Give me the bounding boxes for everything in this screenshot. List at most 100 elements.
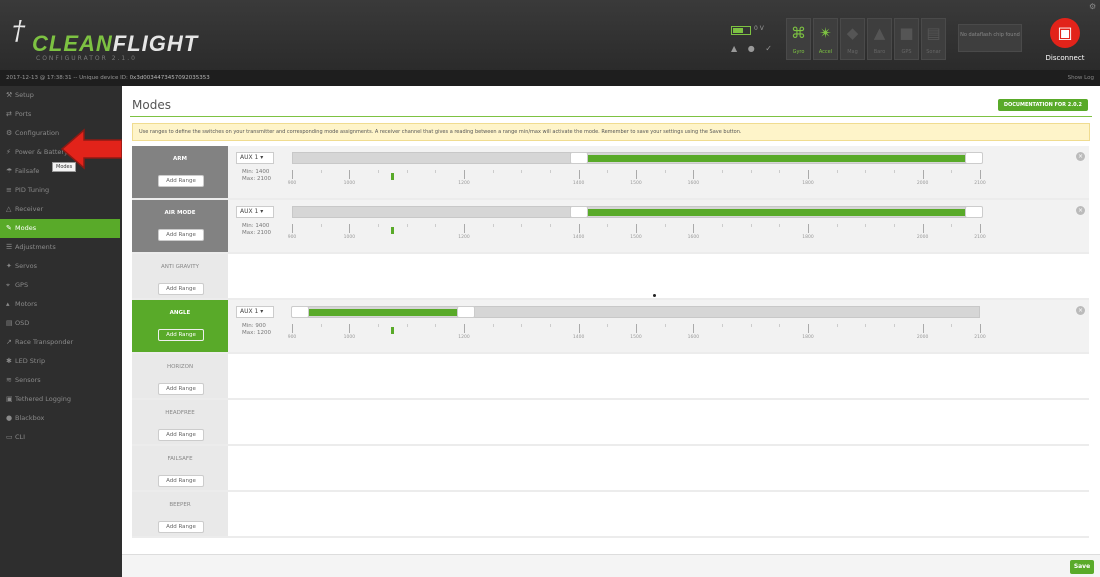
device-id: 0x3d0034473457092035353 (129, 75, 210, 81)
sensors-icon: ≋ (6, 376, 12, 384)
sensor-mag: ◆ Mag (840, 18, 865, 60)
channel-select[interactable]: AUX 1 ▾ (236, 206, 274, 218)
sidebar-item-label: Modes (15, 224, 37, 232)
scale-tick (808, 324, 809, 333)
sidebar-item-motors[interactable]: ▴ Motors (0, 295, 120, 314)
sidebar-item-label: CLI (15, 433, 26, 441)
scale-label: 1000 (343, 181, 356, 186)
range-values: Min: 900 Max: 1200 (242, 323, 271, 337)
range-slider[interactable] (292, 206, 983, 218)
blackbox-icon: ● (6, 414, 13, 422)
sidebar-item-label: PID Tuning (15, 186, 50, 194)
logo-text: CLEANFLIGHT (32, 31, 199, 56)
sidebar-item-sensors[interactable]: ≋ Sensors (0, 371, 120, 390)
range-min: Min: 900 (242, 323, 266, 329)
scale-minor-tick (836, 170, 838, 173)
remove-range-icon[interactable]: × (1076, 306, 1085, 315)
mode-horizon: HORIZON Add Range (132, 354, 1089, 400)
sidebar-item-adjustments[interactable]: ☰ Adjustments (0, 238, 120, 257)
scale-label: 1500 (630, 235, 642, 240)
scale-label: 1200 (458, 181, 470, 186)
scale-minor-tick (865, 324, 867, 327)
disconnect-label: Disconnect (1045, 54, 1085, 62)
channel-select[interactable]: AUX 1 ▾ (236, 152, 274, 164)
scale-label: 2000 (916, 335, 929, 340)
mag-icon: ◆ (846, 24, 859, 42)
add-range-button[interactable]: Add Range (158, 383, 204, 395)
scale-minor-tick (664, 170, 666, 173)
range-max-handle[interactable] (965, 152, 983, 164)
scale-tick (693, 324, 695, 333)
sonar-icon: ▤ (926, 24, 941, 42)
disconnect-button[interactable]: ▣ Disconnect (1040, 14, 1090, 66)
sidebar-item-osd[interactable]: ▤ OSD (0, 314, 120, 333)
scale-tick (464, 170, 465, 179)
sidebar-item-pid-tuning[interactable]: ≡ PID Tuning (0, 181, 120, 200)
channel-select[interactable]: AUX 1 ▾ (236, 306, 274, 318)
sensor-label: Sonar (926, 49, 941, 55)
sensor-gyro: ⌘ Gyro (786, 18, 811, 60)
add-range-button[interactable]: Add Range (158, 329, 204, 341)
settings-gear-icon[interactable]: ⚙ (1089, 2, 1096, 11)
scale-minor-tick (406, 224, 408, 227)
add-range-button[interactable]: Add Range (158, 475, 204, 487)
sidebar-item-race-transponder[interactable]: ↗ Race Transponder (0, 333, 120, 352)
range-slider[interactable] (291, 306, 980, 318)
battery-icon (731, 26, 751, 35)
scale-label: 1400 (572, 181, 585, 186)
documentation-button[interactable]: DOCUMENTATION FOR 2.0.2 (997, 99, 1088, 111)
add-range-button[interactable]: Add Range (158, 521, 204, 533)
range-min-handle[interactable] (569, 206, 588, 218)
servos-icon: ✦ (6, 262, 12, 270)
scale-minor-tick (894, 170, 895, 173)
battery-status: 0 V ▲ ● ✓ (727, 22, 779, 58)
mouse-cursor (653, 294, 656, 297)
remove-range-icon[interactable]: × (1076, 152, 1085, 161)
power-battery-icon: ⚡ (6, 148, 11, 156)
range-max-handle[interactable] (457, 306, 475, 318)
scale-minor-tick (779, 324, 781, 327)
range-min: Min: 1400 (242, 169, 270, 175)
scale-tick (922, 324, 924, 333)
range-max-handle[interactable] (965, 206, 983, 218)
sidebar-item-setup[interactable]: ⚒ Setup (0, 86, 120, 105)
range-selection (297, 309, 461, 316)
add-range-button[interactable]: Add Range (158, 429, 204, 441)
top-bar: † CLEANFLIGHT CONFIGURATOR 2.1.0 0 V ▲ ●… (0, 0, 1100, 70)
sidebar-item-modes[interactable]: ✎ Modes (0, 219, 120, 238)
scale-label: 1200 (458, 335, 470, 340)
scale-label: 2100 (974, 181, 986, 186)
scale-label: 1200 (458, 235, 470, 240)
sidebar-item-blackbox[interactable]: ● Blackbox (0, 409, 120, 428)
save-button[interactable]: Save (1070, 560, 1094, 574)
remove-range-icon[interactable]: × (1076, 206, 1085, 215)
scale-label: 2100 (974, 335, 986, 340)
add-range-button[interactable]: Add Range (158, 175, 204, 187)
mode-header: AIR MODE Add Range (132, 200, 228, 252)
sidebar-item-cli[interactable]: ▭ CLI (0, 428, 120, 447)
usb-disconnect-icon[interactable]: ▣ (1050, 18, 1080, 48)
scale-minor-tick (550, 324, 551, 327)
scale-tick (578, 224, 580, 233)
scale-label: 900 (287, 235, 297, 240)
sidebar-item-receiver[interactable]: △ Receiver (0, 200, 120, 219)
sensor-label: GPS (901, 49, 912, 55)
range-slider[interactable] (292, 152, 983, 164)
mode-name: FAILSAFE (167, 456, 193, 462)
add-range-button[interactable]: Add Range (158, 229, 204, 241)
scale-label: 900 (287, 335, 297, 340)
scale-tick (636, 170, 637, 179)
sidebar-item-servos[interactable]: ✦ Servos (0, 257, 120, 276)
scale-tick (349, 324, 351, 333)
sidebar-item-led-strip[interactable]: ✱ LED Strip (0, 352, 120, 371)
range-min-handle[interactable] (291, 306, 309, 318)
add-range-button[interactable]: Add Range (158, 283, 204, 295)
range-min-handle[interactable] (569, 152, 588, 164)
sidebar-item-gps[interactable]: ⌖ GPS (0, 276, 120, 295)
scale-minor-tick (320, 170, 322, 173)
show-log-link[interactable]: Show Log (1068, 75, 1094, 81)
scale-tick (292, 224, 293, 233)
gps-icon: ■ (899, 24, 914, 42)
sidebar-item-ports[interactable]: ⇄ Ports (0, 105, 120, 124)
sidebar-item-tethered-logging[interactable]: ▣ Tethered Logging (0, 390, 120, 409)
